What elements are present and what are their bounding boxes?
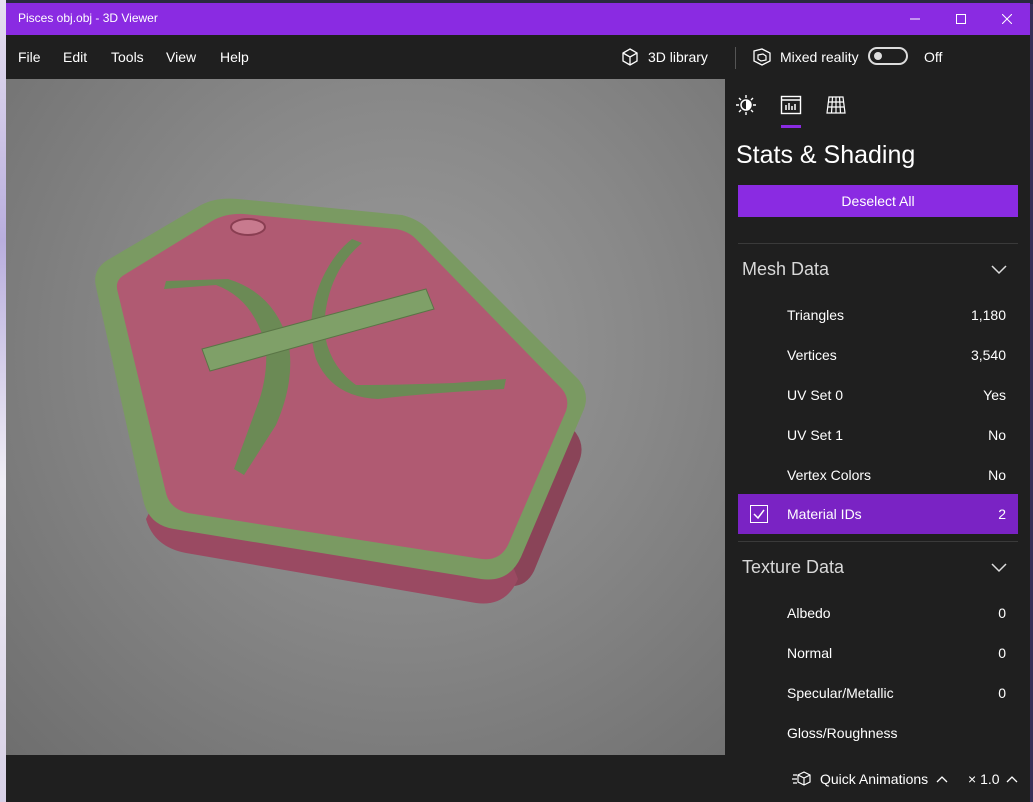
- stat-value: 0: [998, 645, 1006, 661]
- checkmark-icon: [753, 509, 765, 520]
- mixed-reality-toggle[interactable]: [868, 47, 908, 65]
- stat-label: Specular/Metallic: [787, 685, 894, 701]
- title-bar[interactable]: Pisces obj.obj - 3D Viewer: [6, 3, 1030, 35]
- side-panel: Stats & Shading Deselect All Mesh Data T…: [726, 79, 1030, 755]
- section-divider: [738, 541, 1018, 542]
- playback-speed-button[interactable]: × 1.0: [968, 771, 1018, 787]
- texture-data-header[interactable]: Texture Data: [742, 557, 844, 578]
- menu-help[interactable]: Help: [220, 49, 249, 65]
- panel-title: Stats & Shading: [736, 141, 916, 169]
- animation-icon: [792, 771, 811, 786]
- cube-icon: [622, 48, 638, 66]
- mixed-reality-label: Mixed reality: [780, 49, 859, 65]
- active-tab-indicator: [781, 125, 801, 128]
- menu-view[interactable]: View: [166, 49, 196, 65]
- stat-value: 2: [998, 506, 1006, 522]
- stat-label: Material IDs: [787, 506, 862, 522]
- mixed-reality-icon: [753, 48, 771, 66]
- sun-icon: [736, 95, 756, 115]
- section-divider: [738, 243, 1018, 244]
- stat-value: 3,540: [970, 347, 1006, 363]
- stat-row-uv-set-0: UV Set 0 Yes: [738, 375, 1018, 415]
- stat-label: Vertex Colors: [787, 467, 872, 483]
- menu-bar: File Edit Tools View Help 3D library Mix…: [6, 35, 1030, 79]
- stat-row-albedo: Albedo 0: [738, 593, 1018, 633]
- close-button[interactable]: [984, 3, 1030, 35]
- chevron-up-icon: [1006, 776, 1017, 783]
- mixed-reality-state: Off: [924, 49, 943, 65]
- minimize-button[interactable]: [892, 3, 938, 35]
- stat-label: UV Set 0: [787, 387, 844, 403]
- toolbar-divider: [735, 47, 736, 69]
- quick-animations-label: Quick Animations: [820, 771, 929, 787]
- chevron-up-icon: [936, 776, 948, 783]
- stat-label: UV Set 1: [787, 427, 844, 443]
- maximize-icon: [956, 14, 966, 24]
- stat-value: 1,180: [970, 307, 1006, 323]
- menu-file[interactable]: File: [18, 49, 41, 65]
- stat-row-vertices: Vertices 3,540: [738, 335, 1018, 375]
- window-title: Pisces obj.obj - 3D Viewer: [18, 11, 158, 25]
- stat-label: Vertices: [787, 347, 837, 363]
- stat-value: Yes: [983, 387, 1006, 403]
- minimize-icon: [910, 18, 920, 20]
- stat-label: Normal: [787, 645, 833, 661]
- 3d-viewport[interactable]: [6, 79, 725, 755]
- stat-row-specular-metallic: Specular/Metallic 0: [738, 673, 1018, 713]
- 3d-library-label: 3D library: [648, 49, 708, 65]
- stat-row-triangles: Triangles 1,180: [738, 295, 1018, 335]
- stats-icon: [780, 95, 802, 115]
- stat-value: 0: [998, 685, 1006, 701]
- stat-value: 0: [998, 605, 1006, 621]
- app-window: Pisces obj.obj - 3D Viewer File Edit Too…: [6, 3, 1030, 802]
- keychain-hole: [230, 218, 266, 236]
- pisces-model[interactable]: [6, 79, 725, 755]
- 3d-library-button[interactable]: 3D library: [620, 45, 708, 69]
- stat-row-gloss-roughness: Gloss/Roughness: [738, 713, 1018, 753]
- stat-row-material-ids[interactable]: Material IDs 2: [738, 494, 1018, 534]
- stat-row-vertex-colors: Vertex Colors No: [738, 455, 1018, 495]
- stat-value: No: [988, 427, 1006, 443]
- tab-grid[interactable]: [824, 93, 848, 117]
- menu-edit[interactable]: Edit: [63, 49, 87, 65]
- toggle-knob: [874, 52, 882, 60]
- quick-animations-button[interactable]: Quick Animations: [792, 771, 948, 787]
- deselect-all-button[interactable]: Deselect All: [738, 185, 1018, 217]
- chevron-down-icon[interactable]: [990, 263, 1008, 275]
- material-ids-checkbox[interactable]: [750, 505, 768, 523]
- chevron-down-icon[interactable]: [990, 561, 1008, 573]
- mesh-data-header[interactable]: Mesh Data: [742, 259, 829, 280]
- stat-label: Triangles: [787, 307, 845, 323]
- stat-value: No: [988, 467, 1006, 483]
- stat-label: Albedo: [787, 605, 831, 621]
- status-bar: Quick Animations × 1.0: [6, 755, 1030, 802]
- menu-tools[interactable]: Tools: [111, 49, 144, 65]
- maximize-button[interactable]: [938, 3, 984, 35]
- stat-label: Gloss/Roughness: [787, 725, 898, 741]
- mixed-reality-button[interactable]: Mixed reality: [752, 45, 859, 69]
- stat-row-normal: Normal 0: [738, 633, 1018, 673]
- tab-stats[interactable]: [779, 93, 803, 117]
- stat-row-uv-set-1: UV Set 1 No: [738, 415, 1018, 455]
- close-icon: [1002, 14, 1012, 24]
- playback-speed-label: × 1.0: [968, 771, 1000, 787]
- grid-icon: [826, 96, 846, 114]
- tab-lighting[interactable]: [734, 93, 758, 117]
